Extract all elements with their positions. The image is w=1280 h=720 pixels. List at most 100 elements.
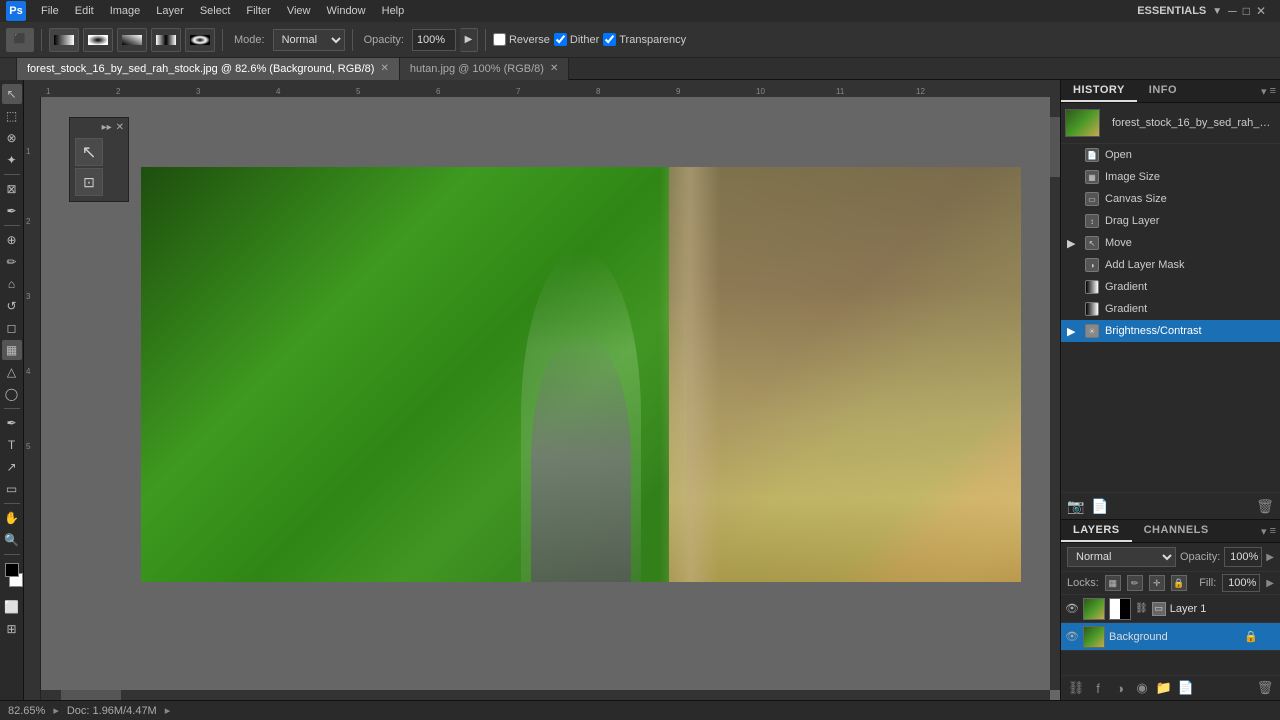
tool-marquee[interactable]: ⬚	[2, 106, 22, 126]
history-item-gradient1[interactable]: Gradient	[1061, 276, 1280, 298]
scrollbar-v-thumb[interactable]	[1050, 117, 1060, 177]
tool-zoom[interactable]: 🔍	[2, 530, 22, 550]
history-item-brightness[interactable]: ▶ ☀ Brightness/Contrast	[1061, 320, 1280, 342]
scrollbar-horizontal[interactable]	[41, 690, 1050, 700]
layer-new-btn[interactable]: 📄	[1177, 679, 1195, 697]
tool-blur[interactable]: △	[2, 362, 22, 382]
tool-shape[interactable]: ▭	[2, 479, 22, 499]
tab-hutan[interactable]: hutan.jpg @ 100% (RGB/8) ✕	[400, 58, 569, 80]
opacity-arrow-icon[interactable]: ▶	[1266, 552, 1274, 563]
transparency-checkbox[interactable]	[603, 33, 616, 46]
menu-help[interactable]: Help	[375, 3, 412, 19]
tool-hand[interactable]: ✋	[2, 508, 22, 528]
transparency-option[interactable]: Transparency	[603, 33, 686, 46]
history-new-doc-btn[interactable]: 📄	[1091, 497, 1109, 515]
canvas-image[interactable]	[141, 167, 1021, 582]
menu-window[interactable]: Window	[320, 3, 373, 19]
tab-forest-close[interactable]: ✕	[380, 63, 388, 74]
menu-file[interactable]: File	[34, 3, 66, 19]
history-new-snapshot-btn[interactable]: 📷	[1067, 497, 1085, 515]
tool-crop[interactable]: ⊠	[2, 179, 22, 199]
gradient-diamond-btn[interactable]	[185, 28, 215, 52]
restore-btn[interactable]: □	[1243, 4, 1250, 18]
layer-link-btn[interactable]: ⛓	[1067, 679, 1085, 697]
tool-lasso[interactable]: ⊗	[2, 128, 22, 148]
fp-move-tool[interactable]: ↖	[75, 138, 103, 166]
essentials-dropdown-icon[interactable]: ▼	[1212, 6, 1222, 17]
zoom-expand-icon[interactable]: ▸	[53, 704, 59, 717]
scrollbar-vertical[interactable]	[1050, 97, 1060, 690]
menu-select[interactable]: Select	[193, 3, 238, 19]
tool-gradient[interactable]: ▦	[2, 340, 22, 360]
tab-forest-stock[interactable]: forest_stock_16_by_sed_rah_stock.jpg @ 8…	[17, 58, 400, 80]
layer-effects-btn[interactable]: f	[1089, 679, 1107, 697]
fp-frame-tool[interactable]: ⊡	[75, 168, 103, 196]
layers-panel-collapse[interactable]: ▾	[1261, 525, 1267, 538]
tool-dodge[interactable]: ◯	[2, 384, 22, 404]
reverse-checkbox[interactable]	[493, 33, 506, 46]
history-item-imagesize[interactable]: ▦ Image Size	[1061, 166, 1280, 188]
menu-image[interactable]: Image	[103, 3, 148, 19]
history-item-canvassize[interactable]: ▭ Canvas Size	[1061, 188, 1280, 210]
lock-image-btn[interactable]: ✏	[1127, 575, 1143, 591]
lock-transparent-btn[interactable]: ▦	[1105, 575, 1121, 591]
history-item-addmask[interactable]: ◑ Add Layer Mask	[1061, 254, 1280, 276]
tool-move[interactable]: ↖	[2, 84, 22, 104]
history-item-move[interactable]: ▶ ↖ Move	[1061, 232, 1280, 254]
menu-layer[interactable]: Layer	[149, 3, 191, 19]
doc-info-expand-icon[interactable]: ▸	[165, 704, 171, 717]
tab-hutan-close[interactable]: ✕	[550, 63, 558, 74]
blend-mode-select[interactable]: Normal Multiply Screen	[1067, 547, 1176, 567]
screen-mode-btn[interactable]: ⊞	[2, 619, 22, 639]
layer-item-layer1[interactable]: 👁 ⛓ ▭ Layer 1	[1061, 595, 1280, 623]
fill-arrow-icon[interactable]: ▶	[1266, 578, 1274, 589]
reverse-option[interactable]: Reverse	[493, 33, 550, 46]
scrollbar-h-thumb[interactable]	[61, 690, 121, 700]
history-item-gradient2[interactable]: Gradient	[1061, 298, 1280, 320]
menu-view[interactable]: View	[280, 3, 318, 19]
layer-eye-layer1[interactable]: 👁	[1065, 602, 1079, 616]
canvas-scroll-area[interactable]: ▸▸ ✕ ↖ ⊡	[41, 97, 1060, 700]
lock-position-btn[interactable]: ✛	[1149, 575, 1165, 591]
mode-select[interactable]: Normal Dissolve Multiply	[273, 29, 345, 51]
close-btn[interactable]: ✕	[1256, 4, 1266, 18]
minimize-btn[interactable]: ─	[1228, 4, 1237, 18]
tool-brush[interactable]: ✏	[2, 252, 22, 272]
tool-eyedropper[interactable]: ✒	[2, 201, 22, 221]
foreground-color[interactable]	[5, 563, 19, 577]
layer-mask-btn[interactable]: ◑	[1111, 679, 1129, 697]
layer-item-background[interactable]: 👁 Background 🔒	[1061, 623, 1280, 651]
fill-input[interactable]	[1222, 574, 1260, 592]
tool-pen[interactable]: ✒	[2, 413, 22, 433]
layer-group-btn[interactable]: 📁	[1155, 679, 1173, 697]
tool-path-select[interactable]: ↗	[2, 457, 22, 477]
lock-all-btn[interactable]: 🔒	[1171, 575, 1187, 591]
opacity-arrow-btn[interactable]: ▶	[460, 28, 478, 52]
tool-history-brush[interactable]: ↺	[2, 296, 22, 316]
tab-channels[interactable]: CHANNELS	[1132, 520, 1221, 542]
gradient-linear-btn[interactable]	[49, 28, 79, 52]
layer-adjustment-btn[interactable]: ◉	[1133, 679, 1151, 697]
fp-expand-icon[interactable]: ▸▸	[102, 122, 112, 133]
tool-text[interactable]: T	[2, 435, 22, 455]
history-panel-collapse[interactable]: ▾	[1261, 85, 1267, 98]
tool-preset-picker[interactable]: ⬛	[6, 28, 34, 52]
history-item-open[interactable]: 📄 Open	[1061, 144, 1280, 166]
tab-layers[interactable]: LAYERS	[1061, 520, 1132, 542]
history-delete-btn[interactable]: 🗑	[1256, 497, 1274, 515]
gradient-reflected-btn[interactable]	[151, 28, 181, 52]
tool-heal[interactable]: ⊕	[2, 230, 22, 250]
tool-eraser[interactable]: ◻	[2, 318, 22, 338]
fp-close-icon[interactable]: ✕	[116, 122, 124, 133]
menu-filter[interactable]: Filter	[239, 3, 277, 19]
gradient-radial-btn[interactable]	[83, 28, 113, 52]
layer-eye-background[interactable]: 👁	[1065, 630, 1079, 644]
tab-history[interactable]: HISTORY	[1061, 80, 1137, 102]
menu-edit[interactable]: Edit	[68, 3, 101, 19]
quick-mask-btn[interactable]: ⬜	[2, 597, 22, 617]
layers-panel-menu[interactable]: ≡	[1270, 525, 1276, 538]
history-panel-menu[interactable]: ≡	[1270, 85, 1276, 98]
gradient-angle-btn[interactable]	[117, 28, 147, 52]
tool-magic-wand[interactable]: ✦	[2, 150, 22, 170]
dither-option[interactable]: Dither	[554, 33, 599, 46]
